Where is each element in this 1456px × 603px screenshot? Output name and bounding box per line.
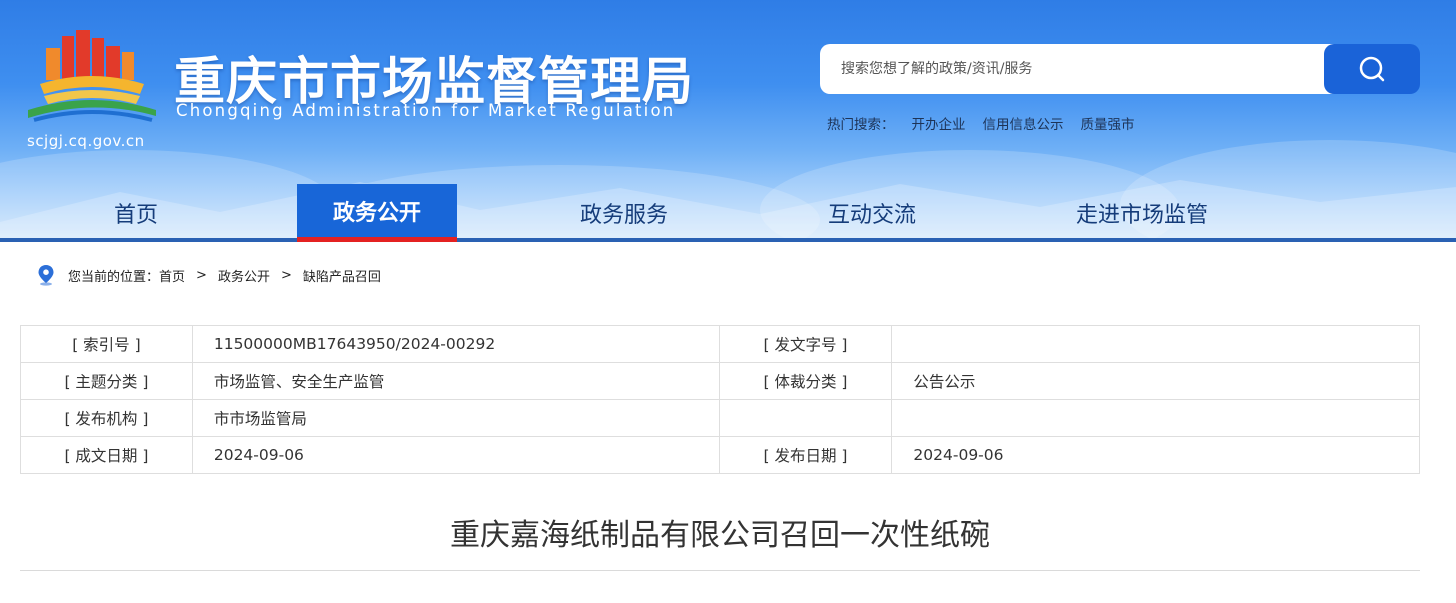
main-nav: 首页 政务公开 政务服务 互动交流 走进市场监管 bbox=[0, 184, 1456, 242]
meta-value-issuing-agency: 市市场监管局 bbox=[191, 399, 720, 437]
meta-label-empty bbox=[718, 399, 893, 437]
hot-search: 热门搜索： 开办企业 信用信息公示 质量强市 bbox=[827, 113, 1152, 133]
meta-label-publish-date: [ 发布日期 ] bbox=[718, 436, 893, 474]
meta-label-genre-category: [ 体裁分类 ] bbox=[718, 362, 893, 400]
meta-label-document-number: [ 发文字号 ] bbox=[718, 325, 893, 363]
meta-label-creation-date: [ 成文日期 ] bbox=[20, 436, 193, 474]
table-row: [ 成文日期 ] 2024-09-06 [ 发布日期 ] 2024-09-06 bbox=[20, 436, 1420, 474]
nav-item-interaction[interactable]: 互动交流 bbox=[792, 184, 952, 242]
hot-search-term[interactable]: 开办企业 bbox=[912, 117, 966, 133]
search-bar bbox=[820, 44, 1420, 94]
site-domain: scjgj.cq.gov.cn bbox=[27, 132, 145, 150]
meta-value-document-number bbox=[891, 325, 1420, 363]
meta-value-index-number: 11500000MB17643950/2024-00292 bbox=[191, 325, 720, 363]
table-row: [ 索引号 ] 11500000MB17643950/2024-00292 [ … bbox=[20, 325, 1420, 363]
hot-search-label: 热门搜索： bbox=[827, 117, 895, 133]
document-meta-table: [ 索引号 ] 11500000MB17643950/2024-00292 [ … bbox=[20, 325, 1420, 474]
meta-value-creation-date: 2024-09-06 bbox=[191, 436, 720, 474]
breadcrumb-home[interactable]: 首页 bbox=[159, 266, 185, 285]
meta-value-genre-category: 公告公示 bbox=[891, 362, 1420, 400]
article-title: 重庆嘉海纸制品有限公司召回一次性纸碗 bbox=[450, 518, 990, 553]
nav-item-government-affairs-disclosure[interactable]: 政务公开 bbox=[297, 184, 457, 242]
nav-item-government-services[interactable]: 政务服务 bbox=[544, 184, 704, 242]
breadcrumb-prefix: 您当前的位置： bbox=[68, 269, 160, 285]
breadcrumb-separator: > bbox=[196, 267, 207, 283]
breadcrumb: 您当前的位置： 首页 > 政务公开 > 缺陷产品召回 bbox=[36, 264, 381, 286]
hot-search-term[interactable]: 质量强市 bbox=[1081, 117, 1135, 133]
breadcrumb-defective-product-recall[interactable]: 缺陷产品召回 bbox=[303, 266, 381, 285]
title-divider bbox=[20, 570, 1420, 571]
search-icon bbox=[1359, 56, 1385, 82]
meta-label-issuing-agency: [ 发布机构 ] bbox=[20, 399, 193, 437]
meta-label-index-number: [ 索引号 ] bbox=[20, 325, 193, 363]
table-row: [ 主题分类 ] 市场监管、安全生产监管 [ 体裁分类 ] 公告公示 bbox=[20, 362, 1420, 400]
nav-item-home[interactable]: 首页 bbox=[66, 184, 206, 242]
meta-value-publish-date: 2024-09-06 bbox=[891, 436, 1420, 474]
site-subtitle: Chongqing Administration for Market Regu… bbox=[176, 101, 676, 120]
breadcrumb-separator: > bbox=[280, 267, 292, 283]
meta-value-empty bbox=[891, 399, 1420, 437]
search-input[interactable] bbox=[820, 44, 1340, 94]
search-button[interactable] bbox=[1324, 44, 1420, 94]
table-row: [ 发布机构 ] 市市场监管局 bbox=[20, 399, 1420, 437]
nav-item-about-market-regulation[interactable]: 走进市场监管 bbox=[1042, 184, 1242, 242]
location-pin-icon bbox=[38, 265, 54, 286]
meta-value-topic-category: 市场监管、安全生产监管 bbox=[191, 362, 720, 400]
cqamr-logo bbox=[28, 30, 156, 122]
hot-search-term[interactable]: 信用信息公示 bbox=[983, 117, 1064, 133]
breadcrumb-government-affairs[interactable]: 政务公开 bbox=[218, 266, 270, 285]
meta-label-topic-category: [ 主题分类 ] bbox=[20, 362, 193, 400]
